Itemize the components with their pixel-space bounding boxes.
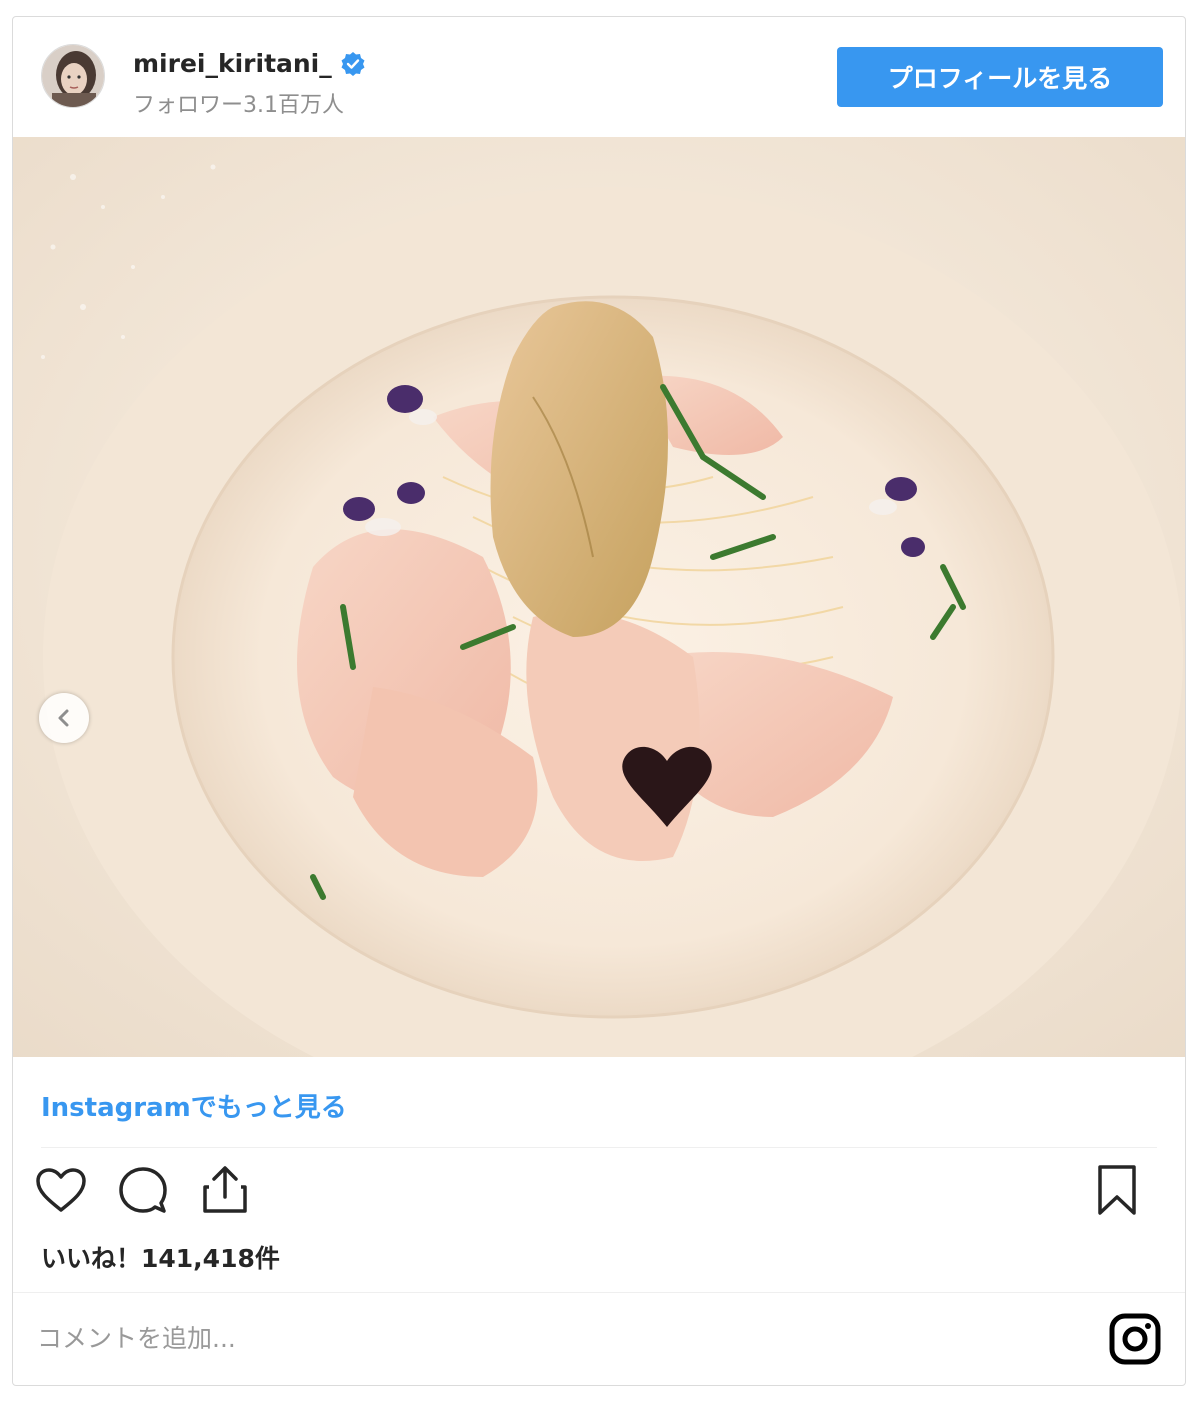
share-button[interactable] (197, 1162, 253, 1218)
view-profile-button[interactable]: プロフィールを見る (837, 47, 1163, 107)
comment-icon (119, 1167, 167, 1213)
heart-icon (36, 1168, 86, 1212)
like-button[interactable] (33, 1162, 89, 1218)
instagram-logo-icon[interactable] (1109, 1313, 1161, 1365)
avatar-image (42, 45, 104, 107)
divider (41, 1147, 1157, 1148)
comment-button[interactable] (115, 1162, 171, 1218)
save-button[interactable] (1089, 1162, 1145, 1218)
chevron-left-icon (58, 709, 69, 727)
verified-badge-icon (340, 51, 366, 77)
action-bar (33, 1162, 253, 1218)
username[interactable]: mirei_kiritani_ (133, 49, 332, 78)
previous-image-button[interactable] (39, 693, 89, 743)
view-more-on-instagram-link[interactable]: Instagramでもっと見る (41, 1087, 347, 1124)
like-count: いいね！141,418件 (41, 1244, 280, 1273)
instagram-embed-card: mirei_kiritani_ フォロワー3.1百万人 プロフィールを見る In… (12, 16, 1186, 1386)
share-icon (203, 1166, 247, 1213)
comment-input[interactable] (35, 1311, 1039, 1365)
username-row: mirei_kiritani_ (133, 49, 366, 78)
comment-bar (13, 1292, 1185, 1388)
bookmark-icon (1098, 1165, 1136, 1215)
avatar[interactable] (41, 44, 105, 108)
post-image[interactable] (13, 137, 1185, 1057)
follower-count: フォロワー3.1百万人 (133, 93, 344, 118)
post-header: mirei_kiritani_ フォロワー3.1百万人 プロフィールを見る (13, 17, 1185, 137)
